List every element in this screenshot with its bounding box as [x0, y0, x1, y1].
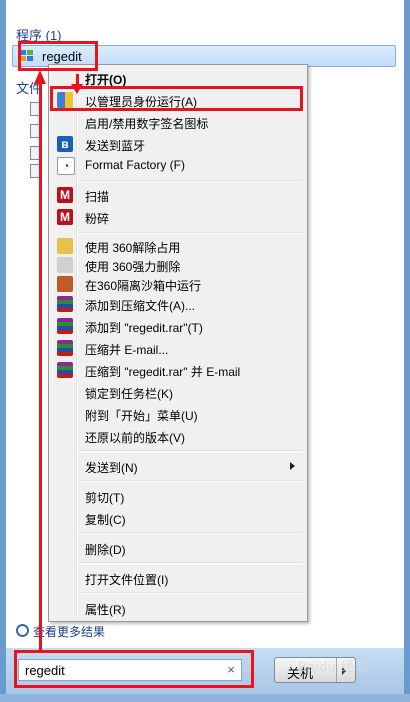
- window-frame-right: [404, 0, 410, 702]
- winrar-icon: [57, 340, 73, 356]
- menu-item-360-delete[interactable]: 使用 360强力删除: [51, 255, 305, 275]
- annotation-arrowhead-up: [34, 70, 46, 84]
- menu-label: 发送到蓝牙: [85, 139, 146, 153]
- annotation-line-vertical: [39, 84, 42, 652]
- menu-item-send-bluetooth[interactable]: ʙ 发送到蓝牙: [51, 134, 305, 154]
- menu-item-pin-start[interactable]: 附到「开始」菜单(U): [51, 404, 305, 424]
- menu-item-compress-email[interactable]: 压缩并 E-mail...: [51, 338, 305, 358]
- winrar-icon: [57, 318, 73, 334]
- menu-item-shred[interactable]: M 粉碎: [51, 207, 305, 227]
- see-more-results-link[interactable]: 查看更多结果: [16, 623, 105, 640]
- 360-delete-icon: [57, 257, 73, 273]
- menu-label: 锁定到任务栏(K): [85, 387, 173, 401]
- menu-item-copy[interactable]: 复制(C): [51, 508, 305, 528]
- mcafee-icon: M: [57, 209, 73, 225]
- menu-item-scan[interactable]: M 扫描: [51, 185, 305, 205]
- menu-label: Format Factory (F): [85, 158, 186, 172]
- bluetooth-icon: ʙ: [57, 136, 73, 152]
- menu-separator: [79, 592, 303, 594]
- 360-unlock-icon: [57, 238, 73, 254]
- menu-item-add-archive[interactable]: 添加到压缩文件(A)...: [51, 294, 305, 314]
- annotation-box-run-as-admin: [50, 86, 303, 111]
- menu-item-open[interactable]: 打开(O): [51, 68, 305, 88]
- menu-label: 复制(C): [85, 513, 126, 527]
- see-more-label: 查看更多结果: [33, 625, 106, 639]
- menu-label: 使用 360强力删除: [85, 260, 181, 274]
- mcafee-icon: M: [57, 187, 73, 203]
- menu-item-cut[interactable]: 剪切(T): [51, 486, 305, 506]
- watermark: Baidu 经验: [298, 659, 369, 674]
- menu-label: 发送到(N): [85, 461, 138, 475]
- submenu-arrow-icon: [290, 462, 295, 470]
- menu-label: 压缩到 "regedit.rar" 并 E-mail: [85, 365, 241, 379]
- menu-separator: [79, 180, 303, 182]
- context-menu: 打开(O) 以管理员身份运行(A) 启用/禁用数字签名图标 ʙ 发送到蓝牙 ◔ Fo…: [48, 64, 308, 622]
- menu-label: 打开文件位置(I): [85, 573, 169, 587]
- annotation-box-result: [18, 41, 98, 71]
- annotation-arrowhead-down: [71, 84, 83, 94]
- menu-label: 启用/禁用数字签名图标: [85, 117, 209, 131]
- menu-label: 使用 360解除占用: [85, 241, 181, 255]
- menu-item-restore-versions[interactable]: 还原以前的版本(V): [51, 426, 305, 446]
- menu-item-360-unlock[interactable]: 使用 360解除占用: [51, 236, 305, 256]
- 360-sandbox-icon: [57, 276, 73, 292]
- winrar-icon: [57, 362, 73, 378]
- menu-label: 添加到压缩文件(A)...: [85, 299, 195, 313]
- menu-item-properties[interactable]: 属性(R): [51, 598, 305, 618]
- menu-label: 粉碎: [85, 212, 110, 226]
- menu-item-format-factory[interactable]: ◔ Format Factory (F): [51, 155, 305, 175]
- window-frame-bottom: [0, 694, 410, 702]
- menu-item-open-location[interactable]: 打开文件位置(I): [51, 568, 305, 588]
- menu-item-send-to[interactable]: 发送到(N): [51, 456, 305, 476]
- menu-label: 在360隔离沙箱中运行: [85, 279, 202, 293]
- menu-separator: [79, 532, 303, 534]
- menu-item-pin-taskbar[interactable]: 锁定到任务栏(K): [51, 382, 305, 402]
- menu-label: 附到「开始」菜单(U): [85, 409, 198, 423]
- menu-separator: [79, 480, 303, 482]
- menu-separator: [79, 450, 303, 452]
- menu-item-compress-rar-email[interactable]: 压缩到 "regedit.rar" 并 E-mail: [51, 360, 305, 380]
- menu-item-signature-icon[interactable]: 启用/禁用数字签名图标: [51, 112, 305, 132]
- winrar-icon: [57, 296, 73, 312]
- menu-label: 还原以前的版本(V): [85, 431, 185, 445]
- menu-label: 扫描: [85, 190, 110, 204]
- menu-label: 压缩并 E-mail...: [85, 343, 169, 357]
- menu-item-delete[interactable]: 删除(D): [51, 538, 305, 558]
- menu-label: 删除(D): [85, 543, 126, 557]
- format-factory-icon: ◔: [57, 157, 75, 175]
- menu-separator: [79, 562, 303, 564]
- search-icon: [16, 624, 29, 637]
- menu-label: 剪切(T): [85, 491, 125, 505]
- menu-label: 添加到 "regedit.rar"(T): [85, 321, 203, 335]
- menu-separator: [79, 232, 303, 234]
- menu-item-add-to-rar[interactable]: 添加到 "regedit.rar"(T): [51, 316, 305, 336]
- menu-item-360-sandbox[interactable]: 在360隔离沙箱中运行: [51, 274, 305, 294]
- annotation-box-search: [14, 650, 254, 688]
- menu-label: 属性(R): [85, 603, 126, 617]
